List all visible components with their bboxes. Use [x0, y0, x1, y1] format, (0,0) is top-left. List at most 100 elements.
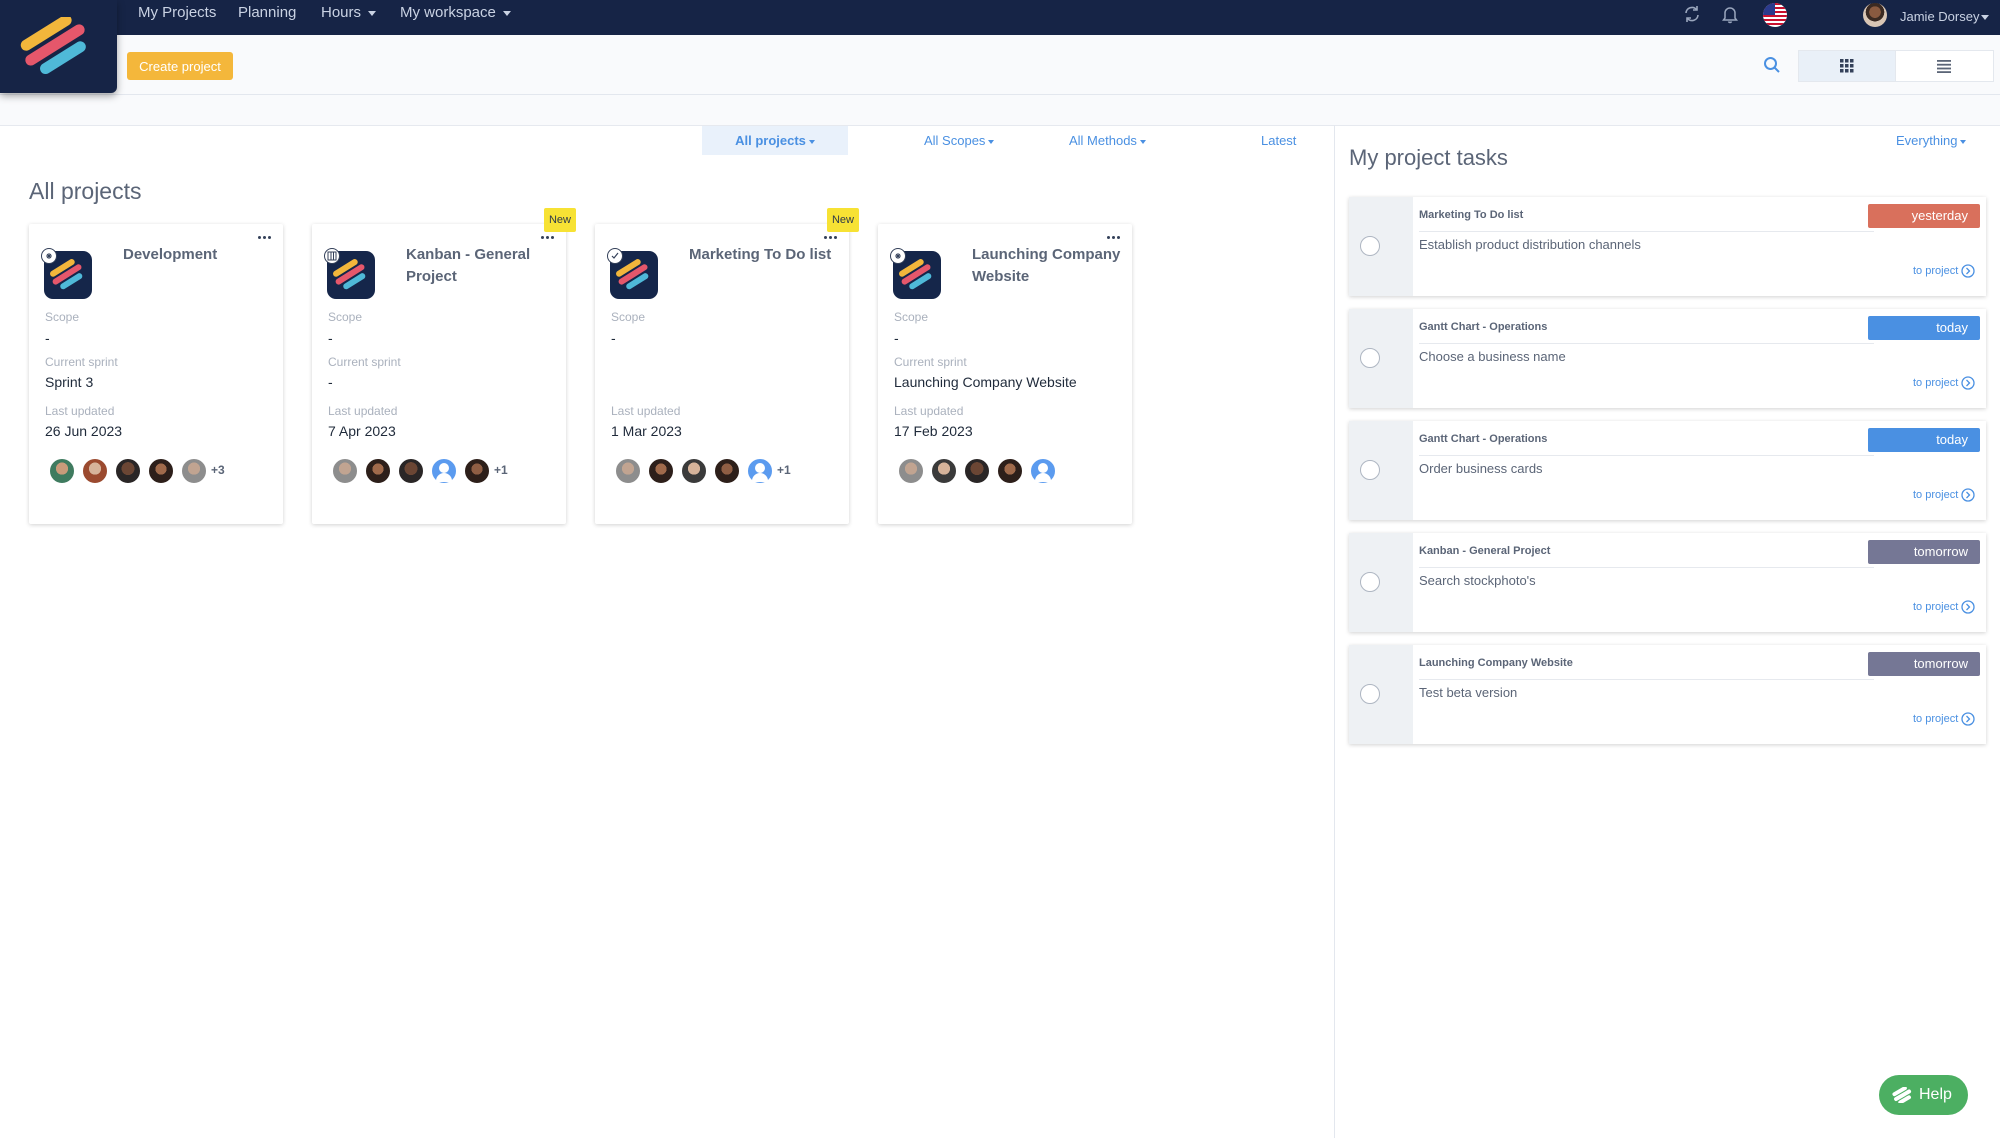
grid-view-button[interactable] — [1798, 50, 1897, 82]
to-project-link[interactable]: to project — [1913, 488, 1975, 502]
to-project-link[interactable]: to project — [1913, 376, 1975, 390]
project-card-launching-website[interactable]: Launching Company Website Scope - Curren… — [878, 224, 1132, 524]
help-logo-icon — [1892, 1087, 1912, 1103]
more-members-count: +3 — [211, 463, 225, 477]
chevron-down-icon — [502, 10, 511, 16]
avatar — [898, 458, 924, 484]
more-options-icon[interactable] — [538, 232, 558, 244]
avatar — [964, 458, 990, 484]
avatar — [82, 458, 108, 484]
project-logo — [890, 248, 941, 299]
method-icon — [41, 248, 57, 264]
filter-all-methods[interactable]: All Methods — [1069, 126, 1146, 155]
task-project-name: Marketing To Do list — [1419, 209, 1524, 221]
task-item[interactable]: Launching Company Website Test beta vers… — [1349, 645, 1986, 744]
task-complete-checkbox[interactable] — [1360, 236, 1380, 256]
nav-my-workspace-label: My workspace — [400, 4, 496, 21]
sprint-label: Current sprint — [328, 355, 401, 369]
nav-my-workspace[interactable]: My workspace — [400, 0, 511, 27]
tasks-filter-everything[interactable]: Everything — [1896, 126, 1967, 155]
project-card-development[interactable]: Development Scope - Current sprint Sprin… — [29, 224, 283, 524]
task-item[interactable]: Kanban - General Project Search stockpho… — [1349, 533, 1986, 632]
due-badge: tomorrow — [1868, 652, 1980, 676]
default-avatar-icon — [747, 458, 773, 484]
avatar — [714, 458, 740, 484]
due-badge: today — [1868, 316, 1980, 340]
task-checkbox-area — [1349, 197, 1413, 296]
new-badge: New — [544, 208, 576, 232]
nav-my-projects[interactable]: My Projects — [138, 0, 216, 27]
updated-value: 26 Jun 2023 — [45, 423, 123, 439]
tasks-filter-label: Everything — [1896, 133, 1958, 148]
updated-label: Last updated — [328, 404, 398, 418]
more-options-icon[interactable] — [821, 232, 841, 244]
task-item[interactable]: Gantt Chart - Operations Choose a busine… — [1349, 309, 1986, 408]
task-checkbox-area — [1349, 421, 1413, 520]
default-avatar-icon — [1030, 458, 1056, 484]
scope-label: Scope — [45, 310, 80, 324]
grid-view-icon — [1840, 59, 1854, 73]
search-icon[interactable] — [1763, 56, 1781, 79]
task-project-name: Gantt Chart - Operations — [1419, 321, 1548, 333]
to-project-label: to project — [1913, 600, 1959, 613]
project-card-kanban-general[interactable]: New Kanban - General Project Scope - Cur… — [312, 208, 576, 524]
updated-value: 7 Apr 2023 — [328, 423, 396, 439]
us-flag-icon[interactable] — [1762, 2, 1788, 33]
task-checkbox-area — [1349, 533, 1413, 632]
list-view-icon — [1937, 60, 1951, 73]
task-complete-checkbox[interactable] — [1360, 460, 1380, 480]
nav-hours-label: Hours — [321, 4, 362, 21]
sprint-value: - — [328, 374, 333, 390]
scope-value: - — [328, 330, 333, 346]
arrow-circle-right-icon — [1961, 376, 1975, 390]
list-view-button[interactable] — [1895, 50, 1994, 82]
user-name: Jamie Dorsey — [1900, 9, 1980, 24]
subheader-bar — [0, 95, 2000, 126]
help-button[interactable]: Help — [1879, 1075, 1968, 1115]
top-navigation-bar: My Projects Planning Hours My workspace … — [0, 0, 2000, 35]
tasks-panel-title: My project tasks — [1349, 145, 1508, 170]
avatar — [931, 458, 957, 484]
project-title: Kanban - General Project — [406, 246, 531, 285]
chevron-down-icon — [368, 10, 377, 16]
task-complete-checkbox[interactable] — [1360, 684, 1380, 704]
avatar — [148, 458, 174, 484]
scope-label: Scope — [611, 310, 646, 324]
task-checkbox-area — [1349, 309, 1413, 408]
filter-all-projects-label: All projects — [735, 133, 806, 148]
bell-icon[interactable] — [1720, 4, 1740, 29]
due-badge: today — [1868, 428, 1980, 452]
create-project-button[interactable]: Create project — [127, 52, 233, 80]
to-project-link[interactable]: to project — [1913, 600, 1975, 614]
avatar[interactable] — [1863, 3, 1887, 27]
project-title: Development — [123, 246, 218, 263]
filter-all-projects[interactable]: All projects — [702, 126, 848, 155]
avatar — [648, 458, 674, 484]
new-badge: New — [827, 208, 859, 232]
more-options-icon[interactable] — [255, 232, 275, 244]
user-menu[interactable]: Jamie Dorsey — [1900, 0, 1990, 33]
task-item[interactable]: Gantt Chart - Operations Order business … — [1349, 421, 1986, 520]
sort-latest[interactable]: Latest — [1261, 126, 1296, 155]
scope-value: - — [894, 330, 899, 346]
avatar — [615, 458, 641, 484]
chevron-down-icon — [988, 139, 995, 144]
divider — [1419, 679, 1874, 680]
arrow-circle-right-icon — [1961, 712, 1975, 726]
refresh-icon[interactable] — [1682, 4, 1702, 29]
task-name: Test beta version — [1419, 685, 1518, 700]
nav-planning[interactable]: Planning — [238, 0, 296, 27]
to-project-link[interactable]: to project — [1913, 712, 1975, 726]
app-logo[interactable] — [0, 0, 117, 93]
avatar — [49, 458, 75, 484]
task-item[interactable]: Marketing To Do list Establish product d… — [1349, 197, 1986, 296]
to-project-link[interactable]: to project — [1913, 264, 1975, 278]
nav-hours[interactable]: Hours — [321, 0, 377, 27]
filter-all-scopes[interactable]: All Scopes — [924, 126, 995, 155]
project-card-marketing-todo[interactable]: New Marketing To Do list Scope - Last up… — [595, 208, 859, 524]
task-complete-checkbox[interactable] — [1360, 572, 1380, 592]
due-badge: tomorrow — [1868, 540, 1980, 564]
more-options-icon[interactable] — [1104, 232, 1124, 244]
updated-label: Last updated — [894, 404, 964, 418]
task-complete-checkbox[interactable] — [1360, 348, 1380, 368]
